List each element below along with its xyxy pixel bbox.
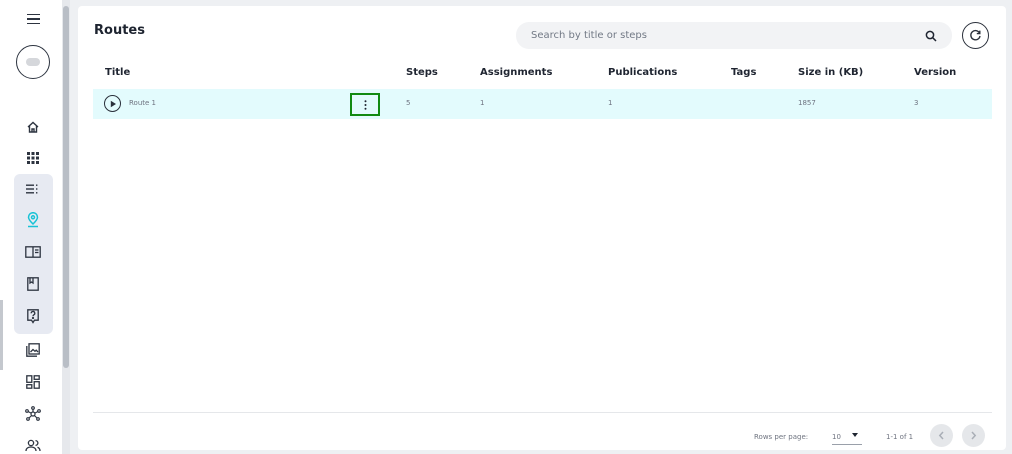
route-pin-icon [27,212,39,228]
next-page-button[interactable] [962,424,985,447]
page-title: Routes [94,23,145,38]
apps-grid-icon [27,152,39,164]
row-steps: 5 [406,99,411,107]
panel-icon [25,246,41,258]
play-icon [110,100,116,107]
sidebar-item-dashboard[interactable] [14,368,52,396]
sidebar-scrollbar[interactable] [62,0,70,454]
sidebar-item-help[interactable] [14,302,52,330]
column-header-size[interactable]: Size in (KB) [798,67,863,78]
caret-down-icon [852,433,858,437]
sidebar-item-panel[interactable] [14,238,52,266]
avatar-image [26,58,40,66]
menu-icon[interactable] [23,9,43,29]
row-publications: 1 [608,99,613,107]
column-header-tags[interactable]: Tags [731,67,756,78]
search-icon[interactable] [924,29,938,43]
routes-card: Routes Title Steps Assignments Publicati… [78,6,1006,450]
column-header-assignments[interactable]: Assignments [480,67,552,78]
sidebar-item-gallery[interactable] [14,336,52,364]
chevron-right-icon [971,431,977,440]
home-icon [27,121,39,133]
row-assignments: 1 [480,99,485,107]
sidebar-scrollbar-thumb[interactable] [63,6,69,368]
column-header-steps[interactable]: Steps [406,67,438,78]
sidebar-item-list[interactable] [14,175,52,203]
row-title: Route 1 [129,99,156,107]
network-icon [25,406,41,421]
more-vertical-icon [364,99,366,110]
footer-divider [93,412,992,413]
search-input[interactable] [531,30,924,41]
refresh-icon [970,29,981,41]
search-bar[interactable] [516,22,952,49]
left-edge-marker [0,300,3,370]
sidebar-item-apps[interactable] [14,144,52,172]
help-icon [27,308,39,324]
pagination: Rows per page: 10 1-1 of 1 [78,414,1006,450]
column-header-version[interactable]: Version [914,67,956,78]
sidebar-item-book[interactable] [14,270,52,298]
chevron-left-icon [938,431,944,440]
rows-per-page-select[interactable]: 10 [832,429,862,445]
table-header: Title Steps Assignments Publications Tag… [93,63,991,88]
rows-per-page-label: Rows per page: [754,433,809,441]
rows-per-page-value: 10 [832,433,841,441]
row-actions-button[interactable] [350,93,380,116]
column-header-publications[interactable]: Publications [608,67,677,78]
row-version: 3 [914,99,919,107]
previous-page-button[interactable] [930,424,953,447]
column-header-title[interactable]: Title [105,67,130,78]
sidebar [0,0,66,454]
sidebar-item-users[interactable] [14,432,52,454]
sidebar-item-home[interactable] [14,113,52,141]
list-icon [26,184,38,194]
play-button[interactable] [104,95,121,112]
row-size: 1857 [798,99,816,107]
table-row[interactable]: Route 1 5 1 1 1857 3 [93,89,992,119]
refresh-button[interactable] [962,22,989,49]
pagination-range: 1-1 of 1 [886,433,914,441]
sidebar-item-routes[interactable] [14,206,52,234]
dashboard-icon [26,375,40,389]
users-icon [25,439,41,452]
bookmark-book-icon [27,277,39,291]
gallery-icon [26,343,40,357]
sidebar-item-network[interactable] [14,400,52,428]
avatar[interactable] [16,45,50,79]
